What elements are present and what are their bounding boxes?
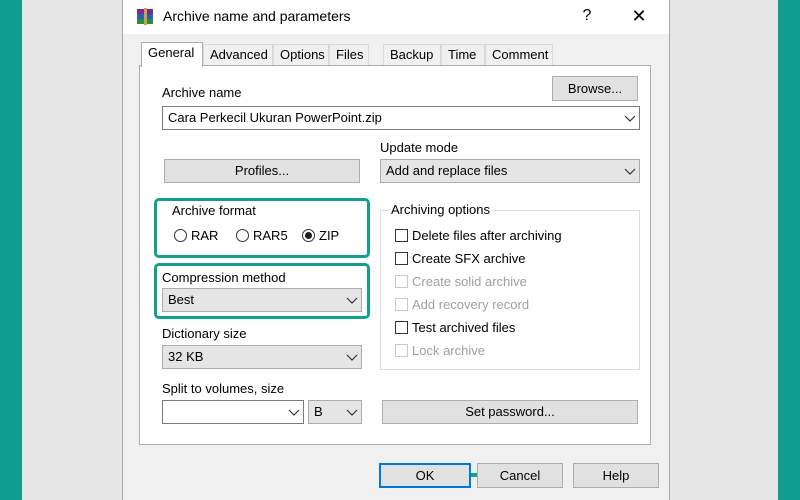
chevron-down-icon — [624, 168, 636, 175]
checkbox-box — [395, 321, 408, 334]
checkbox-test-archived-label: Test archived files — [412, 320, 516, 335]
radio-zip[interactable]: ZIP — [302, 228, 356, 244]
radio-rar-label: RAR — [191, 228, 219, 243]
checkbox-box-disabled — [395, 298, 408, 311]
checkbox-box-disabled — [395, 275, 408, 288]
checkbox-box — [395, 229, 408, 242]
update-mode-combo[interactable]: Add and replace files — [380, 159, 640, 183]
radio-circle — [174, 229, 187, 242]
window-title: Archive name and parameters — [163, 8, 351, 24]
checkbox-add-recovery-label: Add recovery record — [412, 297, 530, 312]
radio-rar[interactable]: RAR — [174, 228, 228, 244]
right-teal-border — [778, 0, 800, 500]
archive-name-label: Archive name — [162, 85, 242, 100]
chevron-down-icon — [624, 115, 636, 122]
tab-files[interactable]: Files — [329, 44, 369, 66]
archive-name-combo[interactable]: Cara Perkecil Ukuran PowerPoint.zip — [162, 106, 640, 130]
chevron-down-icon — [346, 297, 358, 304]
compression-method-label: Compression method — [162, 270, 286, 285]
tab-options[interactable]: Options — [273, 44, 329, 66]
split-volumes-unit-combo[interactable]: B — [308, 400, 362, 424]
general-tab-panel: Archive name Browse... Cara Perkecil Uku… — [139, 65, 651, 445]
ok-button[interactable]: OK — [379, 463, 471, 488]
close-button[interactable]: ✕ — [627, 5, 651, 27]
compression-method-combo[interactable]: Best — [162, 288, 362, 312]
left-teal-border — [0, 0, 22, 500]
profiles-button[interactable]: Profiles... — [164, 159, 360, 183]
browse-button[interactable]: Browse... — [552, 76, 638, 101]
left-grey-backdrop — [22, 0, 122, 500]
split-volumes-unit: B — [314, 404, 323, 419]
compression-method-value: Best — [168, 292, 195, 307]
radio-circle-selected — [302, 229, 315, 242]
radio-rar5[interactable]: RAR5 — [236, 228, 296, 244]
radio-zip-label: ZIP — [319, 228, 340, 243]
checkbox-create-solid-label: Create solid archive — [412, 274, 527, 289]
checkbox-delete-files-label: Delete files after archiving — [412, 228, 562, 243]
title-bar: Archive name and parameters ? ✕ — [123, 0, 669, 34]
checkbox-box-disabled — [395, 344, 408, 357]
dictionary-size-value: 32 KB — [168, 349, 204, 364]
tab-backup[interactable]: Backup — [383, 44, 441, 66]
help-button[interactable]: Help — [573, 463, 659, 488]
chevron-down-icon — [346, 354, 358, 361]
split-volumes-size-combo[interactable] — [162, 400, 304, 424]
update-mode-value: Add and replace files — [386, 163, 508, 178]
tab-advanced[interactable]: Advanced — [203, 44, 273, 66]
split-volumes-label: Split to volumes, size — [162, 381, 285, 396]
radio-rar5-label: RAR5 — [253, 228, 288, 243]
archiving-options-group: Archiving options Delete files after arc… — [380, 202, 640, 370]
dictionary-size-combo[interactable]: 32 KB — [162, 345, 362, 369]
winrar-books-icon — [137, 8, 153, 25]
checkbox-create-sfx-label: Create SFX archive — [412, 251, 526, 266]
archive-parameters-dialog: Archive name and parameters ? ✕ General … — [122, 0, 670, 500]
checkbox-box — [395, 252, 408, 265]
right-grey-backdrop — [670, 0, 778, 500]
cancel-button[interactable]: Cancel — [477, 463, 563, 488]
tab-general[interactable]: General — [141, 42, 203, 67]
checkbox-lock-archive-label: Lock archive — [412, 343, 485, 358]
archive-name-value: Cara Perkecil Ukuran PowerPoint.zip — [168, 110, 382, 125]
archiving-options-label: Archiving options — [389, 202, 492, 217]
dictionary-size-label: Dictionary size — [162, 326, 247, 341]
radio-circle — [236, 229, 249, 242]
archive-format-label: Archive format — [172, 203, 256, 218]
set-password-button[interactable]: Set password... — [382, 400, 638, 424]
update-mode-label: Update mode — [380, 140, 459, 155]
tab-comment[interactable]: Comment — [485, 44, 553, 66]
tab-time[interactable]: Time — [441, 44, 485, 66]
help-title-button[interactable]: ? — [577, 6, 597, 26]
chevron-down-icon — [346, 409, 358, 416]
chevron-down-icon — [288, 409, 300, 416]
